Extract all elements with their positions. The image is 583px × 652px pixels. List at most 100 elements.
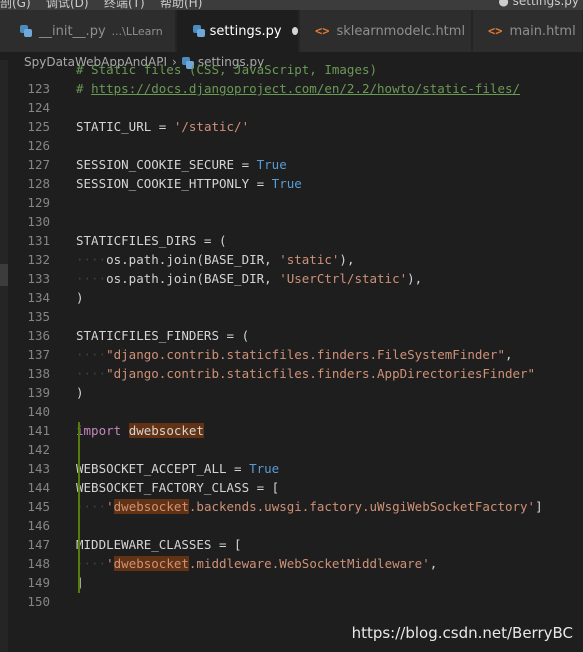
line-number: 148: [27, 556, 50, 571]
line-code: # Static files (CSS, JavaScript, Images): [76, 62, 378, 77]
tab-settings-py[interactable]: settings.py: [177, 10, 299, 52]
code-line[interactable]: 130: [0, 212, 583, 231]
code-line[interactable]: 132 ····os.path.join(BASE_DIR, 'static'),: [0, 250, 583, 269]
line-code: SESSION_COOKIE_SECURE = True: [76, 157, 287, 172]
line-number: 143: [27, 461, 50, 476]
code-line[interactable]: 133 ····os.path.join(BASE_DIR, 'UserCtrl/…: [0, 269, 583, 288]
line-number: 136: [27, 328, 50, 343]
line-code: WEBSOCKET_ACCEPT_ALL = True: [76, 461, 280, 476]
line-code: ····"django.contrib.staticfiles.finders.…: [76, 347, 513, 362]
code-line[interactable]: 144 WEBSOCKET_FACTORY_CLASS = [: [0, 478, 583, 497]
line-number: 130: [27, 214, 50, 229]
line-number: 126: [27, 138, 50, 153]
line-number: 134: [27, 290, 50, 305]
line-number: 141: [27, 423, 50, 438]
html-icon: <>: [315, 24, 330, 38]
line-number: 129: [27, 195, 50, 210]
code-line[interactable]: 136 STATICFILES_FINDERS = (: [0, 326, 583, 345]
tab-bar: __init__.py ...\LLearn settings.py <> sk…: [0, 10, 583, 52]
line-number: 139: [27, 385, 50, 400]
line-number: 125: [27, 119, 50, 134]
code-line[interactable]: 126: [0, 136, 583, 155]
menu-bar: 剖(G) 调试(D) 终端(T) 帮助(H) ● settings.py: [0, 0, 583, 10]
line-number: 150: [27, 594, 50, 609]
code-line[interactable]: 146: [0, 516, 583, 535]
html-icon: <>: [488, 24, 503, 38]
line-number: 135: [27, 309, 50, 324]
line-code: SESSION_COOKIE_HTTPONLY = True: [76, 176, 302, 191]
code-line[interactable]: 137 ····"django.contrib.staticfiles.finde…: [0, 345, 583, 364]
line-number: 128: [27, 176, 50, 191]
code-line[interactable]: 124: [0, 98, 583, 117]
line-code: STATICFILES_DIRS = (: [76, 233, 227, 248]
line-code: ····'dwebsocket.middleware.WebSocketMidd…: [76, 556, 438, 571]
code-line[interactable]: 143 WEBSOCKET_ACCEPT_ALL = True: [0, 459, 583, 478]
menu-item-help[interactable]: 帮助(H): [160, 0, 202, 10]
line-number: 138: [27, 366, 50, 381]
line-code: # https://docs.djangoproject.com/en/2.2/…: [76, 81, 521, 96]
code-line[interactable]: 131 STATICFILES_DIRS = (: [0, 231, 583, 250]
line-code: ····"django.contrib.staticfiles.finders.…: [76, 366, 536, 381]
code-line[interactable]: 134): [0, 288, 583, 307]
line-number: 133: [27, 271, 50, 286]
code-line[interactable]: 135: [0, 307, 583, 326]
code-line[interactable]: 128 SESSION_COOKIE_HTTPONLY = True: [0, 174, 583, 193]
tab-path-hint: ...\LLearn: [111, 24, 163, 38]
code-line[interactable]: # Static files (CSS, JavaScript, Images): [0, 60, 583, 79]
line-number: 137: [27, 347, 50, 362]
window-title: ● settings.py: [498, 0, 579, 8]
line-number: 131: [27, 233, 50, 248]
line-code: ): [76, 290, 84, 305]
line-code: ····os.path.join(BASE_DIR, 'static'),: [76, 252, 355, 267]
python-icon: [193, 25, 205, 37]
line-number: 124: [27, 100, 50, 115]
code-line[interactable]: 141 import dwebsocket: [0, 421, 583, 440]
line-number: 142: [27, 442, 50, 457]
code-line[interactable]: 140: [0, 402, 583, 421]
tab-label: main.html: [509, 23, 576, 39]
python-icon: [20, 25, 32, 37]
code-line[interactable]: 129: [0, 193, 583, 212]
line-number: 147: [27, 537, 50, 552]
tab-sklearnmodelc-html[interactable]: <> sklearnmodelc.html: [300, 10, 472, 52]
line-number: 149: [27, 575, 50, 590]
code-editor[interactable]: # Static files (CSS, JavaScript, Images)…: [0, 60, 583, 652]
line-code: MIDDLEWARE_CLASSES = [: [76, 537, 242, 552]
tab-label: settings.py: [209, 23, 282, 39]
code-line[interactable]: 142: [0, 440, 583, 459]
tab-init-py[interactable]: __init__.py ...\LLearn: [0, 10, 176, 52]
code-line[interactable]: 149]: [0, 573, 583, 592]
line-code: STATIC_URL = '/static/': [76, 119, 250, 134]
code-line[interactable]: 150: [0, 592, 583, 611]
menu-item-terminal[interactable]: 终端(T): [104, 0, 145, 10]
code-line[interactable]: 123 # https://docs.djangoproject.com/en/2…: [0, 79, 583, 98]
line-number: 145: [27, 499, 50, 514]
line-number: 144: [27, 480, 50, 495]
tab-main-html[interactable]: <> main.html: [473, 10, 583, 52]
line-code: ): [76, 385, 84, 400]
line-code: ····os.path.join(BASE_DIR, 'UserCtrl/sta…: [76, 271, 423, 286]
tab-label: __init__.py: [39, 23, 106, 39]
menu-item-debug[interactable]: 调试(D): [46, 0, 89, 10]
code-line[interactable]: 148 ····'dwebsocket.middleware.WebSocketM…: [0, 554, 583, 573]
code-line[interactable]: 127 SESSION_COOKIE_SECURE = True: [0, 155, 583, 174]
watermark-text: https://blog.csdn.net/BerryBC: [351, 624, 573, 642]
tab-label: sklearnmodelc.html: [336, 23, 466, 39]
line-code: WEBSOCKET_FACTORY_CLASS = [: [76, 480, 280, 495]
git-added-gutter: [78, 422, 80, 593]
code-line[interactable]: 125 STATIC_URL = '/static/': [0, 117, 583, 136]
line-number: 146: [27, 518, 50, 533]
line-code: import dwebsocket: [76, 423, 204, 438]
code-line[interactable]: 145 ····'dwebsocket.backends.uwsgi.factor…: [0, 497, 583, 516]
line-number: 123: [27, 81, 50, 96]
line-code: ····'dwebsocket.backends.uwsgi.factory.u…: [76, 499, 543, 514]
code-line[interactable]: 147 MIDDLEWARE_CLASSES = [: [0, 535, 583, 554]
line-code: STATICFILES_FINDERS = (: [76, 328, 250, 343]
menu-item-selection[interactable]: 剖(G): [0, 0, 31, 10]
code-line[interactable]: 139): [0, 383, 583, 402]
line-number: 132: [27, 252, 50, 267]
unsaved-dot-icon[interactable]: [291, 27, 298, 35]
line-number: 127: [27, 157, 50, 172]
code-line[interactable]: 138 ····"django.contrib.staticfiles.finde…: [0, 364, 583, 383]
line-number: 140: [27, 404, 50, 419]
